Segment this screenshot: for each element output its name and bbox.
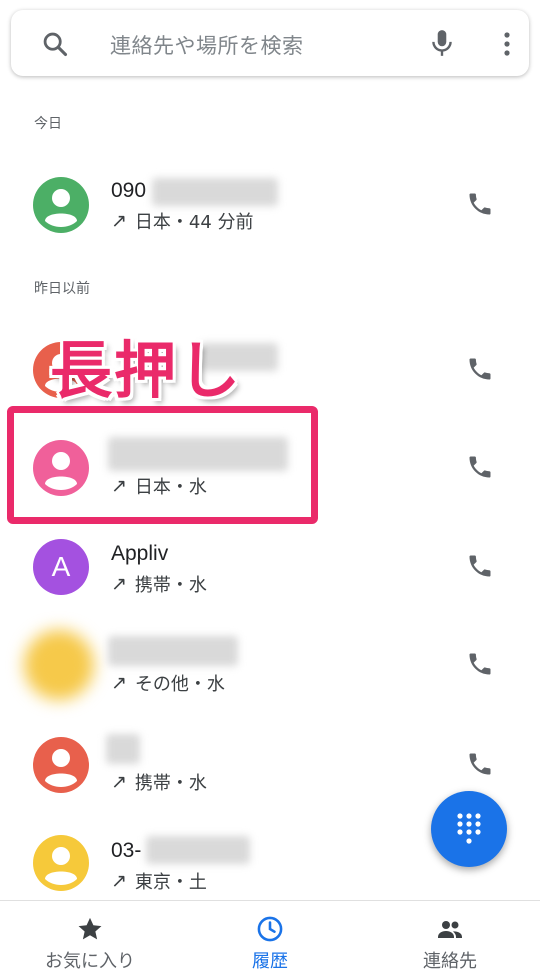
avatar <box>33 737 89 793</box>
highlight-box <box>7 406 318 524</box>
call-detail: 日本・44 分前 <box>134 212 254 233</box>
clock-icon <box>257 916 283 942</box>
avatar: A <box>33 539 89 595</box>
avatar <box>33 177 89 233</box>
outgoing-call-icon: ↗ <box>111 771 127 793</box>
outgoing-call-icon: ↗ <box>111 870 127 892</box>
blurred-avatar <box>24 630 94 700</box>
redacted-number <box>152 178 278 206</box>
call-log-row[interactable]: ↗ その他・水 <box>0 620 540 710</box>
avatar-letter: A <box>51 551 71 582</box>
search-bar[interactable]: 連絡先や場所を検索 <box>11 10 529 76</box>
avatar <box>33 835 89 891</box>
phone-icon[interactable] <box>466 650 494 678</box>
nav-favorites[interactable]: お気に入り <box>0 901 180 977</box>
bottom-navigation: お気に入り 履歴 連絡先 <box>0 900 540 977</box>
mic-icon[interactable] <box>429 28 455 58</box>
search-icon[interactable] <box>41 30 69 58</box>
section-header-older: 昨日以前 <box>34 281 90 297</box>
nav-label: お気に入り <box>45 951 135 972</box>
caller-name: Appliv <box>111 542 169 565</box>
redacted-name <box>108 636 238 666</box>
section-header-today: 今日 <box>34 116 62 132</box>
dialpad-button[interactable] <box>431 791 507 867</box>
nav-label: 連絡先 <box>423 951 477 972</box>
call-detail: 携帯・水 <box>134 575 207 596</box>
call-log-row[interactable]: A Appliv ↗ 携帯・水 <box>0 522 540 612</box>
person-icon <box>45 847 77 885</box>
long-press-annotation: 長押し <box>50 334 243 407</box>
caller-name: 090 <box>111 179 147 202</box>
phone-icon[interactable] <box>466 750 494 778</box>
redacted-name <box>106 734 140 764</box>
outgoing-call-icon: ↗ <box>111 573 127 595</box>
dialpad-icon <box>457 813 481 844</box>
search-input[interactable]: 連絡先や場所を検索 <box>110 30 304 60</box>
person-icon <box>45 749 77 787</box>
nav-contacts[interactable]: 連絡先 <box>360 901 540 977</box>
call-detail: 携帯・水 <box>134 773 207 794</box>
nav-label: 履歴 <box>252 951 288 972</box>
nav-history[interactable]: 履歴 <box>180 901 360 977</box>
more-vert-icon[interactable] <box>497 30 517 58</box>
outgoing-call-icon: ↗ <box>111 672 127 694</box>
phone-icon[interactable] <box>466 190 494 218</box>
phone-icon[interactable] <box>466 453 494 481</box>
phone-icon[interactable] <box>466 552 494 580</box>
star-icon <box>78 917 102 940</box>
call-detail: 東京・土 <box>134 872 207 893</box>
call-log-row[interactable]: 090 ↗ 日本・44 分前 <box>0 160 540 250</box>
phone-icon[interactable] <box>466 355 494 383</box>
people-icon <box>438 921 462 938</box>
call-detail: その他・水 <box>134 674 225 695</box>
person-icon <box>45 189 77 227</box>
redacted-number <box>146 836 250 864</box>
outgoing-call-icon: ↗ <box>111 210 127 232</box>
caller-name: 03- <box>111 839 142 862</box>
